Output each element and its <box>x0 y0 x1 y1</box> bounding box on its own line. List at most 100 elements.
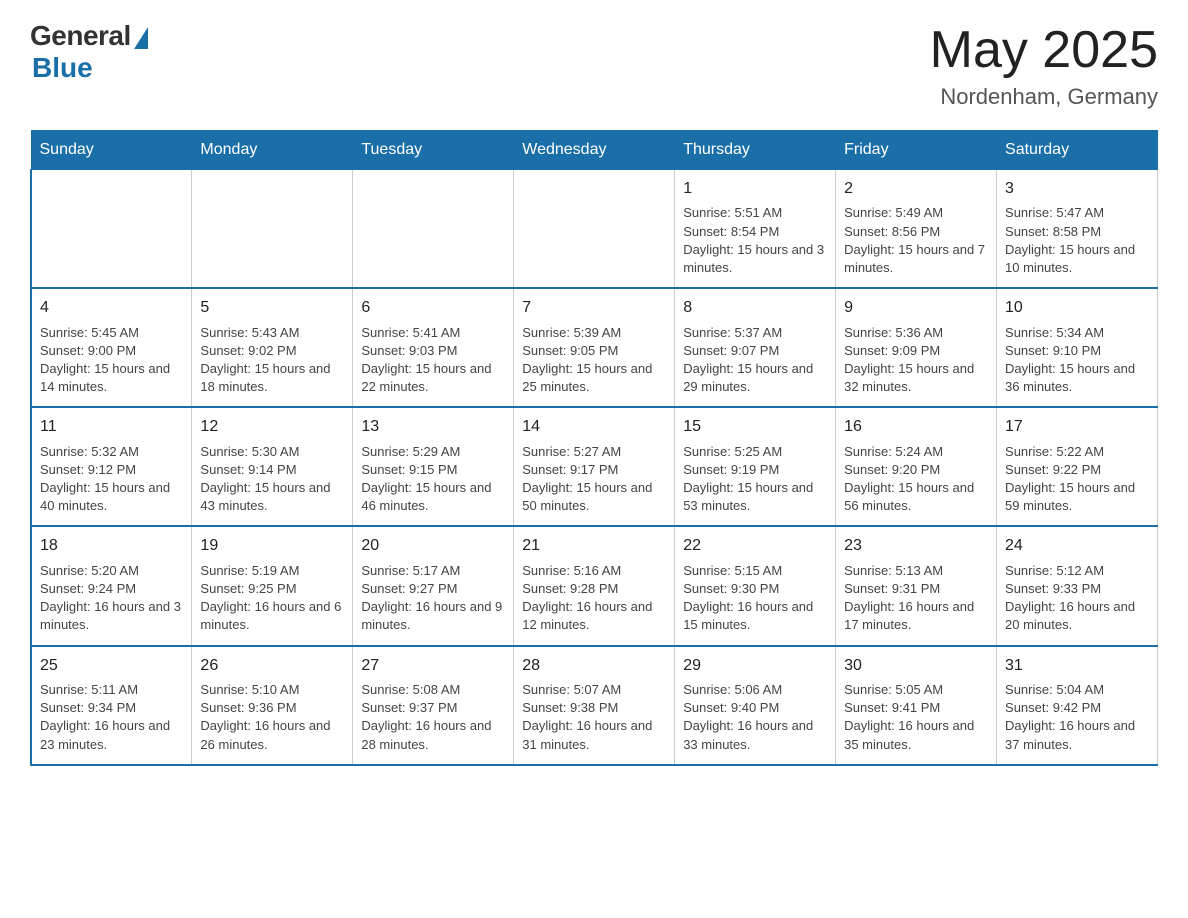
week-row-2: 4Sunrise: 5:45 AMSunset: 9:00 PMDaylight… <box>31 288 1158 407</box>
day-info: Sunrise: 5:20 AMSunset: 9:24 PMDaylight:… <box>40 562 183 635</box>
day-cell: 11Sunrise: 5:32 AMSunset: 9:12 PMDayligh… <box>31 407 192 526</box>
day-number: 14 <box>522 416 666 438</box>
day-info: Sunrise: 5:17 AMSunset: 9:27 PMDaylight:… <box>361 562 505 635</box>
day-cell: 31 Sunrise: 5:04 AMSunset: 9:42 PMDayligh… <box>997 646 1158 765</box>
day-cell: 2 Sunrise: 5:49 AMSunset: 8:56 PMDaylight… <box>836 170 997 289</box>
day-cell: 30Sunrise: 5:05 AMSunset: 9:41 PMDayligh… <box>836 646 997 765</box>
day-number: 22 <box>683 535 827 557</box>
day-cell: 10Sunrise: 5:34 AMSunset: 9:10 PMDayligh… <box>997 288 1158 407</box>
day-info: Sunrise: 5:10 AMSunset: 9:36 PMDaylight:… <box>200 681 344 754</box>
day-number: 30 <box>844 655 988 677</box>
day-cell: 25Sunrise: 5:11 AMSunset: 9:34 PMDayligh… <box>31 646 192 765</box>
day-number: 16 <box>844 416 988 438</box>
week-row-1: 1 Sunrise: 5:51 AMSunset: 8:54 PMDaylight… <box>31 170 1158 289</box>
day-info: Sunrise: 5:11 AMSunset: 9:34 PMDaylight:… <box>40 681 183 754</box>
day-number: 1 <box>683 178 827 200</box>
day-cell: 22Sunrise: 5:15 AMSunset: 9:30 PMDayligh… <box>675 526 836 645</box>
day-number: 17 <box>1005 416 1149 438</box>
day-info: Sunrise: 5:12 AMSunset: 9:33 PMDaylight:… <box>1005 562 1149 635</box>
header-cell-monday: Monday <box>192 131 353 170</box>
location-text: Nordenham, Germany <box>930 84 1158 110</box>
header-cell-sunday: Sunday <box>31 131 192 170</box>
header-cell-thursday: Thursday <box>675 131 836 170</box>
week-row-4: 18 Sunrise: 5:20 AMSunset: 9:24 PMDayligh… <box>31 526 1158 645</box>
day-number: 2 <box>844 178 988 200</box>
day-cell: 18 Sunrise: 5:20 AMSunset: 9:24 PMDayligh… <box>31 526 192 645</box>
day-info: Sunrise: 5:51 AMSunset: 8:54 PMDaylight:… <box>683 204 827 277</box>
day-number: 29 <box>683 655 827 677</box>
day-info: Sunrise: 5:24 AMSunset: 9:20 PMDaylight:… <box>844 443 988 516</box>
calendar-table: SundayMondayTuesdayWednesdayThursdayFrid… <box>30 130 1158 766</box>
logo-triangle-icon <box>134 27 148 49</box>
day-info: Sunrise: 5:49 AMSunset: 8:56 PMDaylight:… <box>844 204 988 277</box>
day-number: 7 <box>522 297 666 319</box>
day-number: 15 <box>683 416 827 438</box>
day-info: Sunrise: 5:27 AMSunset: 9:17 PMDaylight:… <box>522 443 666 516</box>
day-number: 10 <box>1005 297 1149 319</box>
day-cell: 17 Sunrise: 5:22 AMSunset: 9:22 PMDayligh… <box>997 407 1158 526</box>
day-number: 28 <box>522 655 666 677</box>
day-cell: 7Sunrise: 5:39 AMSunset: 9:05 PMDaylight… <box>514 288 675 407</box>
day-info: Sunrise: 5:29 AMSunset: 9:15 PMDaylight:… <box>361 443 505 516</box>
day-info: Sunrise: 5:08 AMSunset: 9:37 PMDaylight:… <box>361 681 505 754</box>
day-cell: 5 Sunrise: 5:43 AMSunset: 9:02 PMDaylight… <box>192 288 353 407</box>
day-cell: 8 Sunrise: 5:37 AMSunset: 9:07 PMDaylight… <box>675 288 836 407</box>
day-info: Sunrise: 5:19 AMSunset: 9:25 PMDaylight:… <box>200 562 344 635</box>
day-info: Sunrise: 5:06 AMSunset: 9:40 PMDaylight:… <box>683 681 827 754</box>
day-info: Sunrise: 5:43 AMSunset: 9:02 PMDaylight:… <box>200 324 344 397</box>
month-title: May 2025 <box>930 20 1158 80</box>
day-cell <box>192 170 353 289</box>
day-cell <box>31 170 192 289</box>
day-info: Sunrise: 5:07 AMSunset: 9:38 PMDaylight:… <box>522 681 666 754</box>
header-cell-tuesday: Tuesday <box>353 131 514 170</box>
day-number: 13 <box>361 416 505 438</box>
day-number: 19 <box>200 535 344 557</box>
day-info: Sunrise: 5:37 AMSunset: 9:07 PMDaylight:… <box>683 324 827 397</box>
day-cell: 23 Sunrise: 5:13 AMSunset: 9:31 PMDayligh… <box>836 526 997 645</box>
day-cell: 26 Sunrise: 5:10 AMSunset: 9:36 PMDayligh… <box>192 646 353 765</box>
day-number: 27 <box>361 655 505 677</box>
calendar-header: SundayMondayTuesdayWednesdayThursdayFrid… <box>31 131 1158 170</box>
header-row: SundayMondayTuesdayWednesdayThursdayFrid… <box>31 131 1158 170</box>
day-number: 26 <box>200 655 344 677</box>
day-cell: 24 Sunrise: 5:12 AMSunset: 9:33 PMDayligh… <box>997 526 1158 645</box>
day-info: Sunrise: 5:22 AMSunset: 9:22 PMDaylight:… <box>1005 443 1149 516</box>
day-cell <box>514 170 675 289</box>
day-number: 23 <box>844 535 988 557</box>
day-number: 24 <box>1005 535 1149 557</box>
day-number: 4 <box>40 297 183 319</box>
calendar-body: 1 Sunrise: 5:51 AMSunset: 8:54 PMDaylight… <box>31 170 1158 765</box>
day-info: Sunrise: 5:13 AMSunset: 9:31 PMDaylight:… <box>844 562 988 635</box>
week-row-3: 11Sunrise: 5:32 AMSunset: 9:12 PMDayligh… <box>31 407 1158 526</box>
day-cell: 27 Sunrise: 5:08 AMSunset: 9:37 PMDayligh… <box>353 646 514 765</box>
day-info: Sunrise: 5:16 AMSunset: 9:28 PMDaylight:… <box>522 562 666 635</box>
day-cell: 4Sunrise: 5:45 AMSunset: 9:00 PMDaylight… <box>31 288 192 407</box>
day-cell: 29 Sunrise: 5:06 AMSunset: 9:40 PMDayligh… <box>675 646 836 765</box>
day-cell: 3 Sunrise: 5:47 AMSunset: 8:58 PMDaylight… <box>997 170 1158 289</box>
day-number: 21 <box>522 535 666 557</box>
title-area: May 2025 Nordenham, Germany <box>930 20 1158 110</box>
day-info: Sunrise: 5:32 AMSunset: 9:12 PMDaylight:… <box>40 443 183 516</box>
day-info: Sunrise: 5:30 AMSunset: 9:14 PMDaylight:… <box>200 443 344 516</box>
header-cell-friday: Friday <box>836 131 997 170</box>
day-cell: 16 Sunrise: 5:24 AMSunset: 9:20 PMDayligh… <box>836 407 997 526</box>
day-cell: 13 Sunrise: 5:29 AMSunset: 9:15 PMDayligh… <box>353 407 514 526</box>
day-cell: 19 Sunrise: 5:19 AMSunset: 9:25 PMDayligh… <box>192 526 353 645</box>
day-number: 8 <box>683 297 827 319</box>
day-number: 18 <box>40 535 183 557</box>
day-number: 12 <box>200 416 344 438</box>
week-row-5: 25Sunrise: 5:11 AMSunset: 9:34 PMDayligh… <box>31 646 1158 765</box>
day-info: Sunrise: 5:04 AMSunset: 9:42 PMDaylight:… <box>1005 681 1149 754</box>
day-cell: 6Sunrise: 5:41 AMSunset: 9:03 PMDaylight… <box>353 288 514 407</box>
day-number: 5 <box>200 297 344 319</box>
day-cell: 28 Sunrise: 5:07 AMSunset: 9:38 PMDayligh… <box>514 646 675 765</box>
day-cell: 20Sunrise: 5:17 AMSunset: 9:27 PMDayligh… <box>353 526 514 645</box>
day-cell: 14 Sunrise: 5:27 AMSunset: 9:17 PMDayligh… <box>514 407 675 526</box>
day-info: Sunrise: 5:36 AMSunset: 9:09 PMDaylight:… <box>844 324 988 397</box>
day-cell: 15Sunrise: 5:25 AMSunset: 9:19 PMDayligh… <box>675 407 836 526</box>
logo-blue-text: Blue <box>32 52 93 84</box>
day-number: 6 <box>361 297 505 319</box>
day-info: Sunrise: 5:47 AMSunset: 8:58 PMDaylight:… <box>1005 204 1149 277</box>
day-number: 31 <box>1005 655 1149 677</box>
day-number: 3 <box>1005 178 1149 200</box>
